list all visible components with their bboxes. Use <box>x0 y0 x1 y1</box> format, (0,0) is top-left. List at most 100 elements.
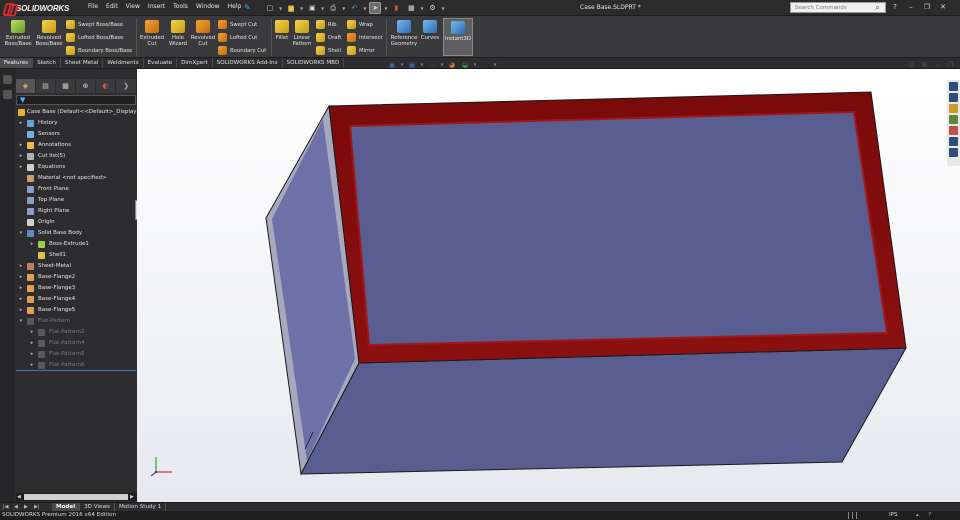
tree-item-base-flange5[interactable]: ▸ Base-Flange5 <box>16 305 137 316</box>
dynamic-annotation-icon[interactable]: ⬚ <box>374 61 384 69</box>
tree-item-history[interactable]: ▸ History <box>16 118 137 129</box>
tree-item-flat-pattern[interactable]: ▾ Flat-Pattern <box>16 316 137 327</box>
hole-wizard-button[interactable]: Hole Wizard <box>166 20 190 47</box>
panel-pin-icon[interactable] <box>3 75 12 84</box>
view-orientation-dropdown[interactable]: ▼ <box>400 62 404 67</box>
display-style-dropdown[interactable]: ▼ <box>420 62 424 67</box>
undo-icon[interactable]: ↶ <box>348 2 360 14</box>
extruded-boss-button[interactable]: Extruded Boss/Base <box>4 20 32 47</box>
tab-evaluate[interactable]: Evaluate <box>144 58 178 68</box>
rebuild-dropdown-icon[interactable]: ▼ <box>420 6 423 11</box>
print-dropdown-icon[interactable]: ▼ <box>342 6 345 11</box>
tree-item-origin[interactable]: Origin <box>16 217 137 228</box>
display-style-icon[interactable]: ▣ <box>407 61 417 69</box>
displaymanager-tab-icon[interactable]: ◐ <box>96 79 116 93</box>
scroll-left-icon[interactable]: ◀ <box>17 493 21 501</box>
apply-scene-dropdown[interactable]: ▼ <box>473 62 477 67</box>
tree-item-flat-pattern2[interactable]: ▸ Flat-Pattern2 <box>16 327 137 338</box>
tree-item-base-flange4[interactable]: ▸ Base-Flange4 <box>16 294 137 305</box>
collapse-arrow-icon[interactable]: ▾ <box>18 316 24 327</box>
view-settings-icon[interactable]: ▭ <box>480 61 490 69</box>
section-view-icon[interactable]: ◫ <box>361 61 371 69</box>
wrap-button[interactable]: Wrap <box>347 19 373 30</box>
apply-scene-icon[interactable]: ◒ <box>460 61 470 69</box>
tab-solidworks-addins[interactable]: SOLIDWORKS Add-Ins <box>213 58 283 68</box>
extruded-cut-button[interactable]: Extruded Cut <box>139 20 165 47</box>
menu-insert[interactable]: Insert <box>148 3 165 10</box>
lofted-cut-button[interactable]: Lofted Cut <box>218 32 257 43</box>
expand-arrow-icon[interactable]: ▸ <box>29 239 35 250</box>
undo-dropdown-icon[interactable]: ▼ <box>363 6 366 11</box>
tree-filter-input[interactable]: ▼ <box>16 95 136 105</box>
expand-arrow-icon[interactable]: ▸ <box>18 140 24 151</box>
restore-icon[interactable]: ❐ <box>922 2 932 13</box>
tab-weldments[interactable]: Weldments <box>103 58 144 68</box>
print-icon[interactable]: ⎙ <box>327 2 339 14</box>
tab-3d-views[interactable]: 3D Views <box>80 503 115 511</box>
expand-arrow-icon[interactable]: ▸ <box>29 338 35 349</box>
menu-file[interactable]: File <box>88 3 98 10</box>
menu-view[interactable]: View <box>126 3 140 10</box>
revolved-cut-button[interactable]: Revolved Cut <box>190 20 216 47</box>
collapse-arrow-icon[interactable]: ▾ <box>18 228 24 239</box>
fillet-button[interactable]: Fillet <box>273 20 291 41</box>
help-icon[interactable]: ? <box>890 2 900 13</box>
propertymanager-tab-icon[interactable]: ▤ <box>36 79 56 93</box>
lofted-boss-button[interactable]: Lofted Boss/Base <box>66 32 123 43</box>
rebuild-icon[interactable]: ▦ <box>405 2 417 14</box>
linear-pattern-button[interactable]: Linear Pattern <box>291 20 313 47</box>
minimize-icon[interactable]: – <box>906 2 916 13</box>
expand-arrow-icon[interactable]: ▸ <box>18 118 24 129</box>
select-dropdown-icon[interactable]: ▼ <box>384 6 387 11</box>
tree-item-annotations[interactable]: ▸ Annotations <box>16 140 137 151</box>
previous-view-icon[interactable]: ↺ <box>348 61 358 69</box>
tree-root[interactable]: Case Base (Default<<Default>_Display S <box>16 107 137 118</box>
model-inner-cavity[interactable] <box>348 110 889 347</box>
menu-tools[interactable]: Tools <box>173 3 188 10</box>
tree-item-sheet-metal[interactable]: ▸ Sheet-Metal <box>16 261 137 272</box>
swept-boss-button[interactable]: Swept Boss/Base <box>66 19 123 30</box>
zoom-to-area-icon[interactable]: ⌕ <box>335 60 345 69</box>
expand-arrow-icon[interactable]: ▸ <box>29 327 35 338</box>
intersect-button[interactable]: Intersect <box>347 32 382 43</box>
status-help-icon[interactable]: ? <box>929 511 932 520</box>
expand-arrow-icon[interactable]: ▸ <box>18 151 24 162</box>
dimxpert-tab-icon[interactable]: ⊕ <box>76 79 96 93</box>
expand-arrow-icon[interactable]: ▸ <box>18 283 24 294</box>
hide-show-dropdown[interactable]: ▼ <box>440 62 444 67</box>
open-dropdown-icon[interactable]: ▼ <box>300 6 303 11</box>
tree-item-base-flange3[interactable]: ▸ Base-Flange3 <box>16 283 137 294</box>
rib-button[interactable]: Rib <box>316 19 337 30</box>
boundary-boss-button[interactable]: Boundary Boss/Base <box>66 45 132 56</box>
tree-item-flat-pattern5[interactable]: ▸ Flat-Pattern5 <box>16 349 137 360</box>
rollback-bar[interactable] <box>16 370 136 371</box>
featuremanager-tab-icon[interactable]: ◈ <box>16 79 36 93</box>
tree-horizontal-scrollbar[interactable]: ◀ ▶ <box>16 493 137 501</box>
swept-cut-button[interactable]: Swept Cut <box>218 19 257 30</box>
traffic-light-icon[interactable]: ▮ <box>390 2 402 14</box>
expand-arrow-icon[interactable]: ▸ <box>18 294 24 305</box>
tab-dimxpert[interactable]: DimXpert <box>177 58 213 68</box>
expand-arrow-icon[interactable]: ▸ <box>29 349 35 360</box>
tab-motion-study-1[interactable]: Motion Study 1 <box>115 503 167 511</box>
case-base-model[interactable] <box>137 69 960 502</box>
tree-item-front-plane[interactable]: Front Plane <box>16 184 137 195</box>
tree-item-shell1[interactable]: Shell1 <box>16 250 137 261</box>
save-icon[interactable]: ▣ <box>306 2 318 14</box>
menu-help[interactable]: Help <box>228 3 242 10</box>
model-front-face[interactable] <box>300 347 907 475</box>
draft-button[interactable]: Draft <box>316 32 341 43</box>
pin-menu-icon[interactable]: ✎ <box>244 3 254 13</box>
boundary-cut-button[interactable]: Boundary Cut <box>218 45 266 56</box>
tab-features[interactable]: Features <box>0 58 34 68</box>
hide-show-items-icon[interactable]: ◉ <box>427 61 437 69</box>
expand-arrow-icon[interactable]: ▸ <box>18 305 24 316</box>
tree-item-cut-list-5[interactable]: ▸ Cut list(5) <box>16 151 137 162</box>
mirror-button[interactable]: Mirror <box>347 45 375 56</box>
zoom-to-fit-icon[interactable]: ⌕ <box>322 60 332 69</box>
options-gear-icon[interactable]: ⚙ <box>427 2 439 14</box>
solidworks-logo[interactable]: SOLIDWORKS <box>4 2 69 14</box>
search-icon[interactable]: ⌕ <box>872 2 883 13</box>
edit-appearance-icon[interactable]: ◕ <box>447 61 457 69</box>
curves-button[interactable]: Curves <box>420 20 440 41</box>
